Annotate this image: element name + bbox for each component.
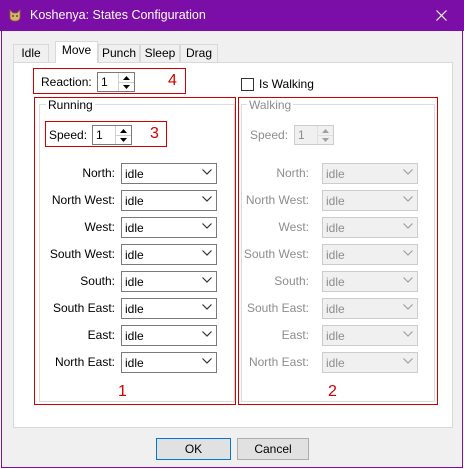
tab-move[interactable]: Move xyxy=(55,41,98,63)
cancel-button-label: Cancel xyxy=(254,442,292,456)
tab-label: Drag xyxy=(185,46,212,60)
annotation-number-1: 1 xyxy=(118,383,127,400)
window-title: Koshenya: States Configuration xyxy=(30,8,206,22)
annotation-box-walking xyxy=(238,97,438,405)
annotation-number-4: 4 xyxy=(168,72,177,89)
tab-idle[interactable]: Idle xyxy=(13,44,49,62)
tab-punch[interactable]: Punch xyxy=(98,44,140,62)
close-icon xyxy=(435,10,447,21)
ok-button-label: OK xyxy=(184,442,203,456)
tab-label: Punch xyxy=(101,46,137,60)
annotation-box-running xyxy=(34,97,236,405)
ok-button[interactable]: OK xyxy=(156,438,231,460)
is-walking-checkbox[interactable] xyxy=(241,78,254,91)
tab-drag[interactable]: Drag xyxy=(180,44,218,62)
tab-sleep[interactable]: Sleep xyxy=(140,44,180,62)
tab-label: Idle xyxy=(21,46,41,60)
cancel-button[interactable]: Cancel xyxy=(237,438,309,460)
annotation-box-reaction xyxy=(33,68,186,94)
annotation-number-2: 2 xyxy=(328,383,337,400)
close-button[interactable] xyxy=(418,0,464,31)
tab-label: Sleep xyxy=(144,46,176,60)
tab-label: Move xyxy=(61,43,92,57)
title-bar: Koshenya: States Configuration xyxy=(0,0,464,31)
is-walking-label: Is Walking xyxy=(259,77,314,91)
cat-app-icon xyxy=(9,9,21,22)
